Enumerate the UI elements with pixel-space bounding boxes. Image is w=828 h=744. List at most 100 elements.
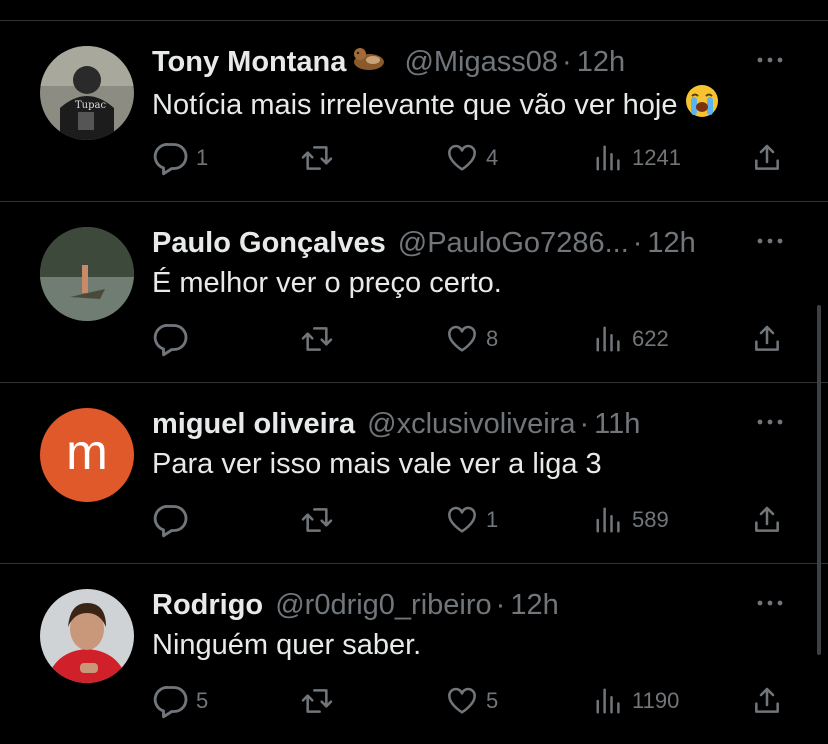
like-button[interactable]: 5	[444, 681, 498, 721]
share-button[interactable]	[750, 319, 784, 359]
heart-icon	[444, 142, 480, 174]
views-button[interactable]: 589	[594, 500, 669, 540]
top-divider	[0, 0, 828, 21]
timestamp[interactable]: 12h	[577, 46, 625, 78]
loudly-crying-face-emoji	[685, 84, 719, 127]
share-icon	[750, 323, 784, 355]
tweet-header: miguel oliveira @xclusivoliveira · 11h	[152, 406, 752, 442]
tweet-header: Paulo Gonçalves @PauloGo7286... · 12h	[152, 225, 752, 261]
retweet-button[interactable]	[299, 138, 341, 178]
tweet-reply[interactable]: Tupac Tony Montana @Migass08 · 12h Notícia…	[0, 20, 828, 202]
views-icon	[594, 686, 624, 716]
share-icon	[750, 685, 784, 717]
like-count: 8	[486, 326, 499, 351]
views-count: 1241	[632, 145, 681, 170]
reply-button[interactable]: 1	[152, 138, 208, 178]
like-count: 4	[486, 145, 499, 170]
retweet-button[interactable]	[299, 681, 341, 721]
views-icon	[594, 143, 624, 173]
timestamp[interactable]: 12h	[510, 589, 558, 621]
reply-count: 5	[196, 688, 209, 713]
retweet-button[interactable]	[299, 319, 341, 359]
heart-icon	[444, 504, 480, 536]
tweet-reply[interactable]: Rodrigo @r0drig0_ribeiro · 12h Ninguém que…	[0, 563, 828, 744]
reply-icon	[152, 683, 190, 719]
retweet-icon	[299, 142, 335, 174]
user-handle[interactable]: @Migass08	[404, 46, 558, 78]
views-count: 1190	[632, 688, 680, 713]
tweet-actions: 8 622	[152, 319, 792, 359]
like-button[interactable]: 1	[444, 500, 498, 540]
reply-button[interactable]	[152, 500, 196, 540]
like-button[interactable]: 4	[444, 138, 498, 178]
views-button[interactable]: 622	[594, 319, 669, 359]
share-button[interactable]	[750, 138, 784, 178]
tweet-reply[interactable]: Paulo Gonçalves @PauloGo7286... · 12h É me…	[0, 201, 828, 383]
avatar[interactable]: m	[40, 408, 134, 502]
tweet-text: Ninguém quer saber.	[152, 627, 421, 663]
user-handle[interactable]: @xclusivoliveira	[367, 408, 575, 440]
more-icon[interactable]	[752, 229, 788, 253]
share-icon	[750, 142, 784, 174]
tweet-text-content: Para ver isso mais vale ver a liga 3	[152, 448, 602, 480]
tweet-actions: 1 589	[152, 500, 792, 540]
views-count: 622	[632, 326, 669, 351]
scrollbar[interactable]	[817, 305, 821, 655]
tweet-text-content: Notícia mais irrelevante que vão ver hoj…	[152, 89, 678, 121]
display-name[interactable]: Tony Montana	[152, 46, 346, 78]
avatar-letter: m	[66, 424, 108, 480]
tweet-header: Tony Montana @Migass08 · 12h	[152, 44, 752, 80]
timestamp[interactable]: 11h	[594, 408, 640, 440]
share-button[interactable]	[750, 681, 784, 721]
tweet-header: Rodrigo @r0drig0_ribeiro · 12h	[152, 587, 752, 623]
views-icon	[594, 324, 624, 354]
like-button[interactable]: 8	[444, 319, 498, 359]
display-name[interactable]: Rodrigo	[152, 589, 263, 621]
reply-icon	[152, 321, 190, 357]
separator-dot: ·	[632, 227, 643, 259]
user-handle[interactable]: @PauloGo7286...	[398, 227, 629, 259]
share-button[interactable]	[750, 500, 784, 540]
tweet-text-content: É melhor ver o preço certo.	[152, 267, 502, 299]
reply-count: 1	[196, 145, 209, 170]
otter-emoji	[352, 45, 386, 81]
more-icon[interactable]	[752, 410, 788, 434]
avatar[interactable]	[40, 589, 134, 683]
more-icon[interactable]	[752, 591, 788, 615]
views-icon	[594, 505, 624, 535]
share-icon	[750, 504, 784, 536]
heart-icon	[444, 323, 480, 355]
user-handle[interactable]: @r0drig0_ribeiro	[275, 589, 491, 621]
tweet-text: Notícia mais irrelevante que vão ver hoj…	[152, 84, 719, 127]
avatar[interactable]	[40, 227, 134, 321]
views-button[interactable]: 1190	[594, 681, 679, 721]
tweet-actions: 5 5 1190	[152, 681, 792, 721]
separator-dot: ·	[562, 46, 572, 78]
retweet-icon	[299, 504, 335, 536]
display-name[interactable]: miguel oliveira	[152, 408, 355, 440]
more-icon[interactable]	[752, 48, 788, 72]
reply-icon	[152, 502, 190, 538]
reply-icon	[152, 140, 190, 176]
retweet-icon	[299, 323, 335, 355]
like-count: 1	[486, 507, 499, 532]
tweet-text: Para ver isso mais vale ver a liga 3	[152, 446, 602, 482]
views-button[interactable]: 1241	[594, 138, 681, 178]
tweet-reply[interactable]: m miguel oliveira @xclusivoliveira · 11h P…	[0, 382, 828, 564]
separator-dot: ·	[579, 408, 590, 440]
views-count: 589	[632, 507, 669, 532]
display-name[interactable]: Paulo Gonçalves	[152, 227, 386, 259]
tweet-actions: 1 4 1241	[152, 138, 792, 178]
retweet-button[interactable]	[299, 500, 341, 540]
reply-button[interactable]: 5	[152, 681, 208, 721]
svg-text:Tupac: Tupac	[75, 100, 106, 111]
reply-button[interactable]	[152, 319, 196, 359]
timestamp[interactable]: 12h	[647, 227, 695, 259]
retweet-icon	[299, 685, 335, 717]
separator-dot: ·	[495, 589, 506, 621]
avatar[interactable]: Tupac	[40, 46, 134, 140]
heart-icon	[444, 685, 480, 717]
tweet-text-content: Ninguém quer saber.	[152, 629, 422, 661]
like-count: 5	[486, 688, 499, 713]
tweet-text: É melhor ver o preço certo.	[152, 265, 502, 301]
